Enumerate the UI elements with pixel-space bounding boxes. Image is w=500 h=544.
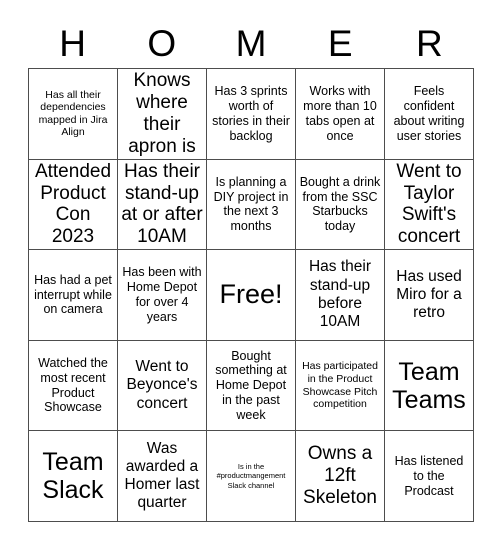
bingo-cell-r1c3[interactable]: Has 3 sprints worth of stories in their … <box>207 69 296 160</box>
bingo-cell-label: Bought something at Home Depot in the pa… <box>215 348 287 422</box>
header-letter-o: O <box>147 22 177 64</box>
header-letter-e: E <box>327 22 353 64</box>
bingo-cell-r5c1[interactable]: Team Slack <box>29 431 118 522</box>
bingo-cell-label: Has used Miro for a retro <box>396 267 462 322</box>
bingo-cell-label: Owns a 12ft Skeleton <box>303 443 377 509</box>
bingo-cell-label: Team Teams <box>392 357 466 414</box>
bingo-cell-label: Went to Beyonce's concert <box>126 358 198 412</box>
bingo-cell-label: Knows where their apron is <box>128 70 196 157</box>
bingo-cell-label: Has had a pet interrupt while on camera <box>34 272 112 317</box>
bingo-cell-r1c5[interactable]: Feels confident about writing user stori… <box>385 69 474 160</box>
bingo-cell-label: Has listened to the Prodcast <box>394 454 464 498</box>
bingo-cell-label: Has 3 sprints worth of stories in their … <box>212 84 290 143</box>
bingo-cell-r1c1[interactable]: Has all their dependencies mapped in Jir… <box>29 69 118 160</box>
bingo-cell-r3c5[interactable]: Has used Miro for a retro <box>385 250 474 341</box>
bingo-cell-r1c4[interactable]: Works with more than 10 tabs open at onc… <box>296 69 385 160</box>
bingo-cell-label: Works with more than 10 tabs open at onc… <box>303 84 377 143</box>
free-space-label: Free! <box>219 279 283 310</box>
bingo-cell-label: Has participated in the Product Showcase… <box>302 360 378 411</box>
bingo-cell-r2c3[interactable]: Is planning a DIY project in the next 3 … <box>207 159 296 251</box>
bingo-cell-r4c4[interactable]: Has participated in the Product Showcase… <box>296 340 385 432</box>
bingo-grid: Has all their dependencies mapped in Jir… <box>28 68 474 522</box>
bingo-cell-r2c5[interactable]: Went to Taylor Swift's concert <box>385 159 474 251</box>
bingo-cell-r5c2[interactable]: Was awarded a Homer last quarter <box>118 431 207 522</box>
bingo-cell-label: Team Slack <box>42 448 104 505</box>
bingo-header-letters: H O M E R <box>28 20 474 66</box>
bingo-cell-r5c4[interactable]: Owns a 12ft Skeleton <box>296 431 385 522</box>
bingo-cell-r5c3[interactable]: Is in the #productmangement Slack channe… <box>207 431 296 522</box>
bingo-cell-r2c2[interactable]: Has their stand-up at or after 10AM <box>118 159 207 251</box>
header-letter-m: M <box>235 22 267 64</box>
bingo-cell-r1c2[interactable]: Knows where their apron is <box>118 69 207 160</box>
bingo-cell-r5c5[interactable]: Has listened to the Prodcast <box>385 431 474 522</box>
bingo-cell-label: Is planning a DIY project in the next 3 … <box>213 174 289 234</box>
bingo-cell-r4c3[interactable]: Bought something at Home Depot in the pa… <box>207 340 296 432</box>
bingo-card: H O M E R Has all their dependencies map… <box>0 0 500 544</box>
bingo-cell-label: Was awarded a Homer last quarter <box>124 439 200 512</box>
bingo-cell-label: Attended Product Con 2023 <box>34 160 112 248</box>
bingo-cell-r4c1[interactable]: Watched the most recent Product Showcase <box>29 340 118 432</box>
bingo-cell-r2c1[interactable]: Attended Product Con 2023 <box>29 159 118 251</box>
bingo-cell-label: Went to Taylor Swift's concert <box>396 160 462 248</box>
header-letter-r: R <box>416 22 443 64</box>
bingo-cell-label: Has all their dependencies mapped in Jir… <box>38 88 108 139</box>
bingo-cell-r4c2[interactable]: Went to Beyonce's concert <box>118 340 207 432</box>
bingo-cell-label: Watched the most recent Product Showcase <box>38 356 108 415</box>
bingo-cell-r3c4[interactable]: Has their stand-up before 10AM <box>296 250 385 341</box>
bingo-cell-label: Is in the #productmangement Slack channe… <box>216 461 286 490</box>
bingo-cell-label: Feels confident about writing user stori… <box>393 84 465 143</box>
header-letter-h: H <box>59 22 86 64</box>
bingo-cell-label: Bought a drink from the SSC Starbucks to… <box>299 174 381 234</box>
bingo-cell-label: Has their stand-up at or after 10AM <box>121 160 203 248</box>
bingo-cell-r3c2[interactable]: Has been with Home Depot for over 4 year… <box>118 250 207 341</box>
bingo-cell-free-space[interactable]: Free! <box>207 250 296 341</box>
bingo-cell-label: Has been with Home Depot for over 4 year… <box>122 265 202 324</box>
bingo-cell-r2c4[interactable]: Bought a drink from the SSC Starbucks to… <box>296 159 385 251</box>
bingo-cell-r4c5[interactable]: Team Teams <box>385 340 474 432</box>
bingo-cell-label: Has their stand-up before 10AM <box>308 258 372 331</box>
bingo-cell-r3c1[interactable]: Has had a pet interrupt while on camera <box>29 250 118 341</box>
